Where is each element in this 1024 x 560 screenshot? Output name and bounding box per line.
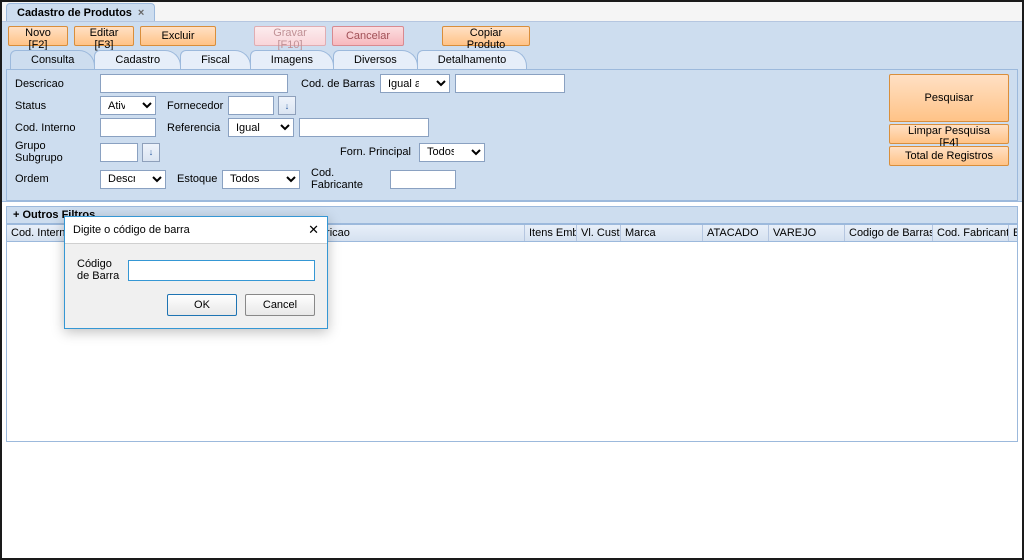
barcode-input[interactable]	[128, 260, 315, 281]
col-codfabricante[interactable]: Cod. Fabricante	[933, 225, 1009, 241]
grupo-input[interactable]	[100, 143, 138, 162]
codbarras-operator-select[interactable]: Igual a:	[380, 74, 450, 93]
ordem-label: Ordem	[15, 173, 95, 185]
dialog-titlebar: Digite o código de barra ✕	[65, 217, 327, 244]
tab-cadastro[interactable]: Cadastro	[94, 50, 181, 69]
col-atacado[interactable]: ATACADO	[703, 225, 769, 241]
page-tab-bar: Cadastro de Produtos ×	[2, 2, 1022, 22]
descricao-label: Descricao	[15, 78, 95, 90]
pesquisar-button[interactable]: Pesquisar	[889, 74, 1009, 122]
col-codbarras[interactable]: Codigo de Barras	[845, 225, 933, 241]
close-icon[interactable]: ×	[138, 7, 144, 19]
estoque-label: Estoque	[177, 173, 217, 185]
tab-detalhamento[interactable]: Detalhamento	[417, 50, 528, 69]
tab-imagens[interactable]: Imagens	[250, 50, 334, 69]
col-itens-emb[interactable]: Itens Emb.	[525, 225, 577, 241]
codfabricante-input[interactable]	[390, 170, 456, 189]
grid-row-marker	[10, 245, 16, 251]
main-toolbar: Novo [F2] Editar [F3] Excluir Gravar [F1…	[2, 22, 1022, 50]
ordem-select[interactable]: Descrição	[100, 170, 166, 189]
codbarras-label: Cod. de Barras	[301, 78, 375, 90]
fornecedor-label: Fornecedor	[167, 100, 223, 112]
referencia-label: Referencia	[167, 122, 223, 134]
fornprincipal-label: Forn. Principal	[340, 146, 414, 158]
fornecedor-input[interactable]	[228, 96, 274, 115]
cancelar-button[interactable]: Cancelar	[332, 26, 404, 46]
col-estoque[interactable]: ESTOQUE	[1009, 225, 1017, 241]
col-descricao[interactable]: Descricao	[297, 225, 525, 241]
referencia-input[interactable]	[299, 118, 429, 137]
col-marca[interactable]: Marca	[621, 225, 703, 241]
novo-button[interactable]: Novo [F2]	[8, 26, 68, 46]
grupo-lookup-button[interactable]: ↓	[142, 143, 160, 162]
status-label: Status	[15, 100, 95, 112]
barcode-dialog: Digite o código de barra ✕ Código de Bar…	[64, 216, 328, 329]
barcode-input-label: Código de Barra	[77, 258, 122, 282]
search-action-buttons: Pesquisar Limpar Pesquisa [F4] Total de …	[889, 74, 1009, 194]
filter-panel: Descricao Cod. de Barras Igual a: Status…	[6, 69, 1018, 201]
col-varejo[interactable]: VAREJO	[769, 225, 845, 241]
dialog-title: Digite o código de barra	[73, 224, 190, 236]
codinterno-input[interactable]	[100, 118, 156, 137]
tab-consulta[interactable]: Consulta	[10, 50, 95, 69]
status-select[interactable]: Ativo	[100, 96, 156, 115]
codfabricante-label: Cod. Fabricante	[311, 167, 385, 191]
descricao-input[interactable]	[100, 74, 288, 93]
gravar-button[interactable]: Gravar [F10]	[254, 26, 326, 46]
content-area: Novo [F2] Editar [F3] Excluir Gravar [F1…	[2, 22, 1022, 202]
page-tab-cadastro-produtos[interactable]: Cadastro de Produtos ×	[6, 3, 155, 21]
estoque-select[interactable]: Todos	[222, 170, 300, 189]
excluir-button[interactable]: Excluir	[140, 26, 216, 46]
inner-tabs: Consulta Cadastro Fiscal Imagens Diverso…	[2, 50, 1022, 69]
tab-fiscal[interactable]: Fiscal	[180, 50, 251, 69]
copiar-produto-button[interactable]: Copiar Produto	[442, 26, 530, 46]
limpar-pesquisa-button[interactable]: Limpar Pesquisa [F4]	[889, 124, 1009, 144]
codinterno-label: Cod. Interno	[15, 122, 95, 134]
fornprincipal-select[interactable]: Todos	[419, 143, 485, 162]
dialog-ok-button[interactable]: OK	[167, 294, 237, 316]
col-vl-custo[interactable]: Vl. Custo	[577, 225, 621, 241]
page-tab-label: Cadastro de Produtos	[17, 7, 132, 19]
tab-diversos[interactable]: Diversos	[333, 50, 418, 69]
grupo-label: Grupo Subgrupo	[15, 140, 95, 164]
app-frame: Cadastro de Produtos × Novo [F2] Editar …	[0, 0, 1024, 560]
dialog-close-icon[interactable]: ✕	[308, 222, 319, 238]
fornecedor-lookup-button[interactable]: ↓	[278, 96, 296, 115]
total-registros-button[interactable]: Total de Registros	[889, 146, 1009, 166]
col-codinterno[interactable]: Cod. Interno	[7, 225, 69, 241]
codbarras-input[interactable]	[455, 74, 565, 93]
referencia-operator-select[interactable]: Igual a:	[228, 118, 294, 137]
editar-button[interactable]: Editar [F3]	[74, 26, 134, 46]
dialog-cancel-button[interactable]: Cancel	[245, 294, 315, 316]
